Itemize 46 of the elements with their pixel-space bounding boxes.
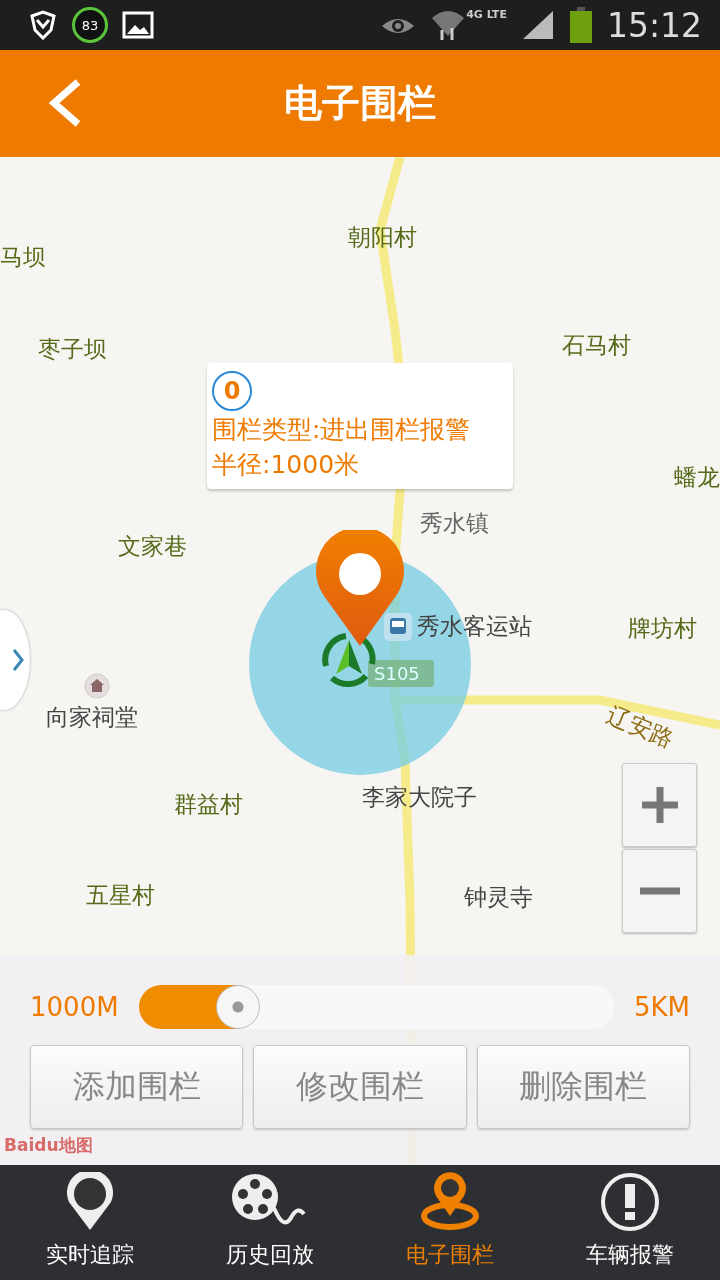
place-label: 石马村	[562, 331, 631, 360]
battery-icon	[568, 7, 593, 43]
location-pin-icon	[314, 530, 406, 648]
place-label: 枣子坝	[38, 335, 107, 364]
tab[interactable]: 实时追踪	[0, 1165, 180, 1280]
map-logo: Baidu地图	[4, 1134, 93, 1157]
place-label: 朝阳村	[348, 223, 417, 252]
map-pin-icon	[65, 1172, 115, 1232]
tab[interactable]: 电子围栏	[360, 1165, 540, 1280]
alert-icon	[600, 1172, 660, 1232]
fence-index-badge: 0	[212, 371, 252, 411]
place-label: 群益村	[174, 790, 243, 819]
image-icon	[122, 11, 154, 39]
minus-icon	[639, 887, 680, 895]
zoom-out-button[interactable]	[622, 849, 697, 933]
network-type-label: 4G LTE	[466, 8, 507, 21]
back-icon[interactable]	[48, 78, 82, 128]
place-label: 蟠龙	[674, 463, 720, 492]
place-label: 钟灵寺	[464, 883, 533, 912]
place-label: 文家巷	[118, 532, 187, 561]
place-label: 秀水客运站	[417, 612, 532, 641]
page-title: 电子围栏	[284, 80, 436, 127]
plus-icon	[639, 785, 680, 825]
place-label: 向家祠堂	[46, 703, 138, 732]
place-label: 牌坊村	[628, 614, 697, 643]
bus-stop-icon	[383, 612, 413, 642]
place-label: 辽安路	[602, 700, 678, 754]
fence-radius-text: 半径:1000米	[212, 449, 360, 481]
chevron-right-icon	[12, 648, 24, 672]
tab[interactable]: 历史回放	[180, 1165, 360, 1280]
shield-icon	[28, 10, 58, 40]
place-label: 五星村	[86, 881, 155, 910]
slider-min-label: 1000M	[30, 992, 119, 1022]
slider-max-label: 5KM	[633, 992, 690, 1022]
wifi-icon	[430, 8, 467, 42]
place-label: 秀水镇	[420, 509, 489, 538]
fence-type-text: 围栏类型:进出围栏报警	[212, 414, 471, 446]
place-label: 马坝	[0, 243, 46, 272]
temple-icon	[84, 673, 110, 699]
zoom-in-button[interactable]	[622, 763, 697, 847]
battery-ring-badge: 83	[72, 7, 108, 43]
pin-on-target-icon	[420, 1172, 480, 1232]
road-shield: S105	[368, 660, 434, 687]
tab[interactable]: 车辆报警	[540, 1165, 720, 1280]
radius-slider[interactable]	[138, 985, 614, 1029]
clock: 15:12	[606, 5, 702, 45]
